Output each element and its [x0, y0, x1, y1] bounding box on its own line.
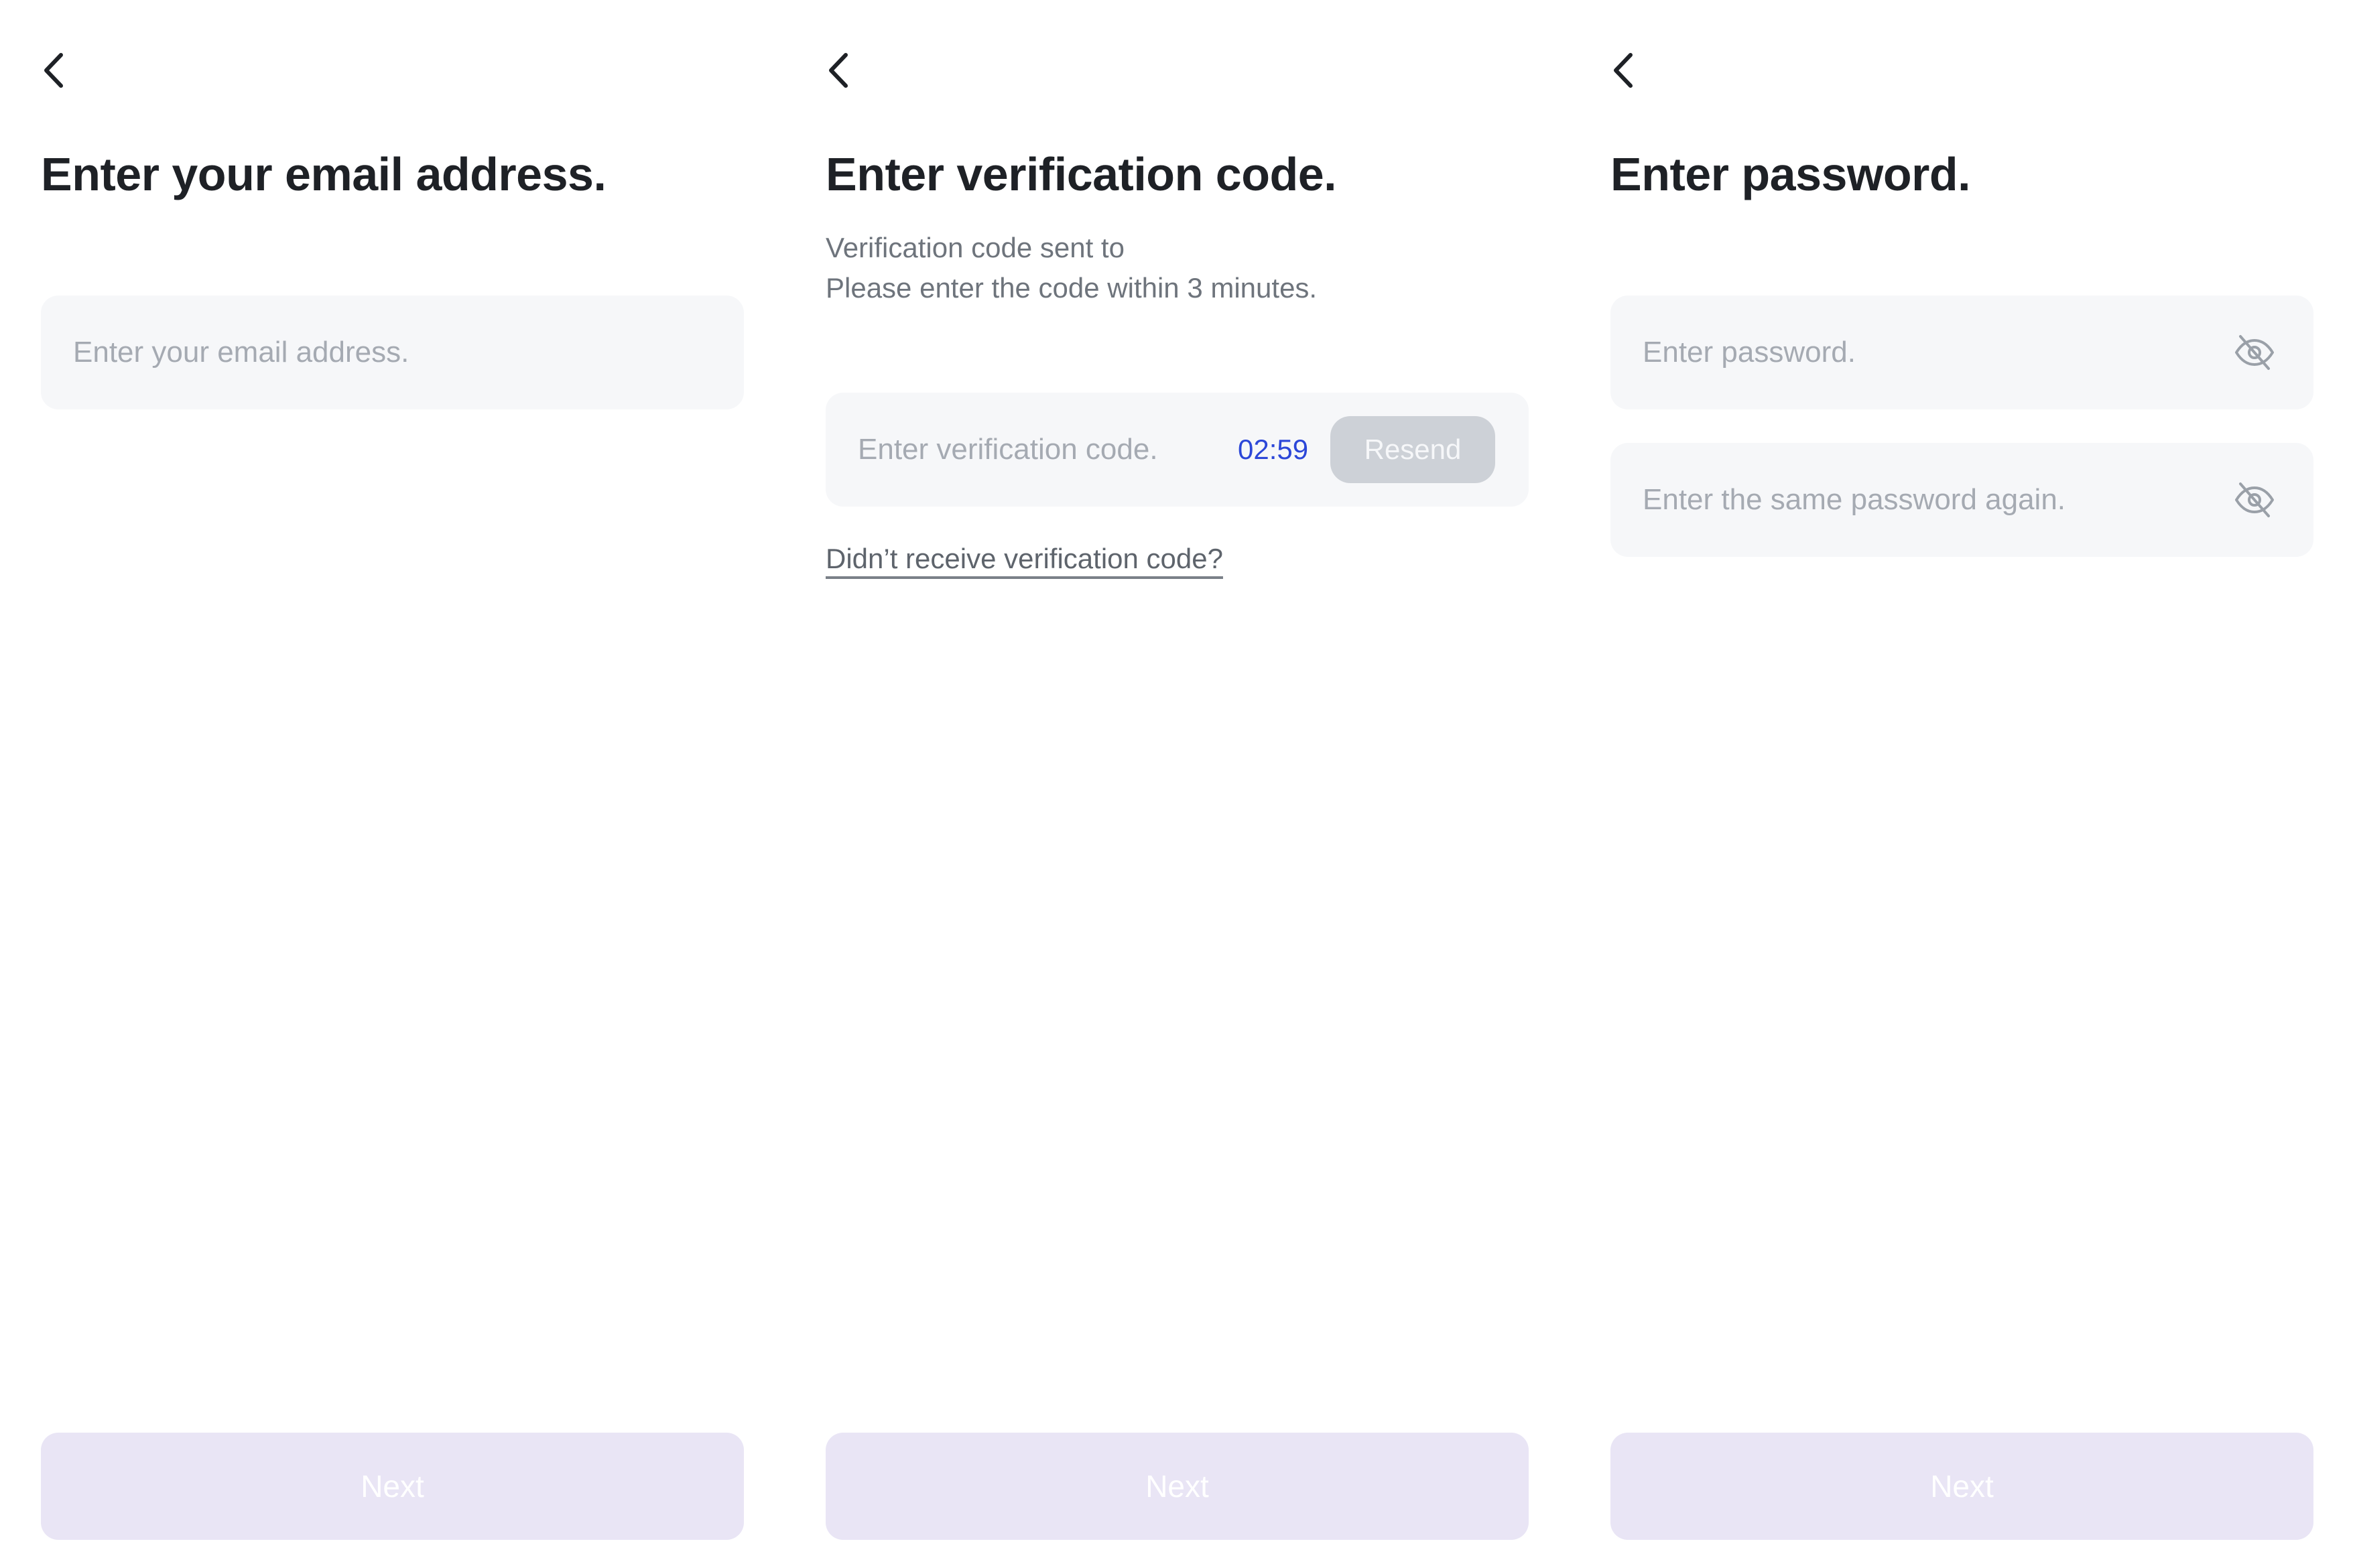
chevron-left-icon: [1614, 53, 1633, 88]
back-button[interactable]: [41, 48, 68, 92]
toggle-password-visibility-button[interactable]: [2234, 332, 2275, 373]
verification-instructions: Verification code sent to Please enter t…: [826, 228, 1317, 308]
chevron-left-icon: [44, 53, 63, 88]
countdown-timer: 02:59: [1238, 434, 1309, 465]
back-button[interactable]: [1610, 48, 1637, 92]
page-title: Enter verification code.: [826, 148, 1337, 200]
no-code-help-link[interactable]: Didn’t receive verification code?: [826, 539, 1223, 579]
toggle-confirm-password-visibility-button[interactable]: [2234, 480, 2275, 520]
time-limit-text: Please enter the code within 3 minutes.: [826, 272, 1318, 304]
eye-off-icon: [2235, 482, 2274, 517]
confirm-password-input[interactable]: [1643, 443, 2212, 557]
email-screen: Enter your email address. Next: [41, 0, 744, 1568]
email-field[interactable]: [73, 296, 710, 409]
eye-off-icon: [2235, 335, 2274, 370]
next-button[interactable]: Next: [826, 1433, 1529, 1540]
password-screen: Enter password. Next: [1610, 0, 2313, 1568]
sent-to-text: Verification code sent to: [826, 232, 1125, 263]
page-title: Enter your email address.: [41, 148, 607, 200]
chevron-left-icon: [829, 53, 848, 88]
verification-code-field-container: 02:59 Resend: [826, 393, 1529, 507]
page-title: Enter password.: [1610, 148, 1971, 200]
confirm-password-field-container: [1610, 443, 2313, 557]
next-button[interactable]: Next: [1610, 1433, 2313, 1540]
next-button[interactable]: Next: [41, 1433, 744, 1540]
verification-screen: Enter verification code. Verification co…: [826, 0, 1529, 1568]
email-field-container: [41, 296, 744, 409]
verification-code-input[interactable]: [858, 393, 1233, 507]
resend-button[interactable]: Resend: [1330, 416, 1495, 483]
back-button[interactable]: [826, 48, 852, 92]
password-input[interactable]: [1643, 296, 2212, 409]
password-field-container: [1610, 296, 2313, 409]
